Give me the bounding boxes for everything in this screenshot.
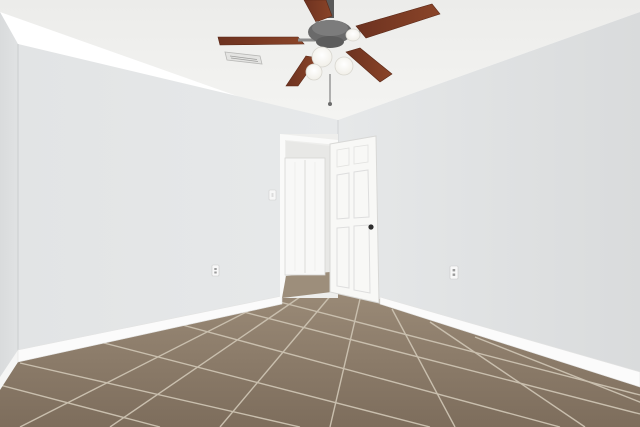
wall-outlet-right <box>449 265 459 280</box>
light-switch[interactable] <box>268 189 277 201</box>
fan-blade-left <box>217 36 305 46</box>
closet-door <box>284 157 326 276</box>
room-photo <box>0 0 640 427</box>
left-wall <box>0 12 18 388</box>
room-illustration <box>0 0 640 427</box>
door-knob-icon[interactable] <box>368 224 374 230</box>
open-door[interactable] <box>329 135 380 304</box>
wall-outlet-left <box>211 264 220 277</box>
